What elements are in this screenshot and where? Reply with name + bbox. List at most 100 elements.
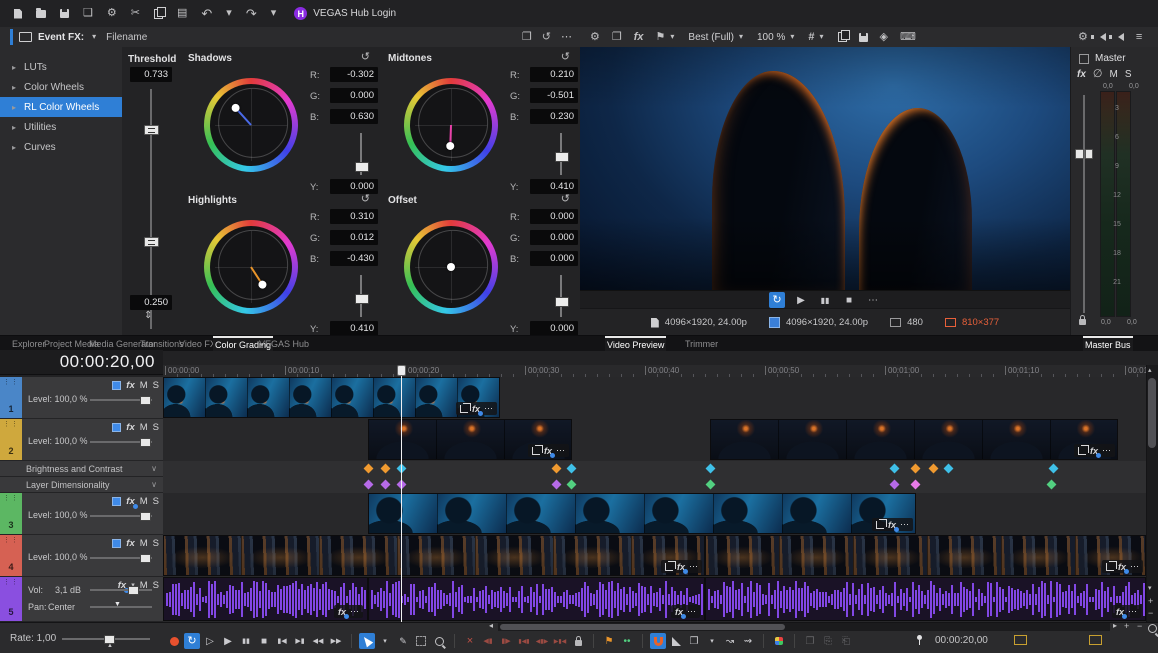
compose-mode-icon[interactable]: [112, 423, 121, 432]
video-clip[interactable]: fx⋯: [710, 419, 1118, 460]
wheel-b-value[interactable]: 0.000: [530, 251, 578, 266]
track-mute-button[interactable]: M: [140, 422, 148, 433]
grid-icon[interactable]: #: [808, 32, 814, 43]
clip-more-icon[interactable]: ⋯: [687, 606, 696, 617]
vegas-hub-login-button[interactable]: HVEGAS Hub Login: [294, 7, 396, 20]
auto-crossfade-button[interactable]: [668, 633, 684, 649]
insert-region-button[interactable]: ••: [619, 633, 635, 649]
vscroll-handle[interactable]: [1148, 378, 1156, 448]
settings-icon[interactable]: ⚙: [590, 32, 600, 43]
audio-clip[interactable]: fx⋯: [705, 577, 1146, 621]
compose-mode-icon[interactable]: [112, 497, 121, 506]
track-vol-handle[interactable]: [128, 586, 139, 595]
track-grip-icon[interactable]: ⋮⋮: [0, 494, 22, 502]
timeline-zoom-in-icon[interactable]: +: [1148, 597, 1153, 606]
wheel-y-value[interactable]: 0.410: [330, 321, 378, 336]
collapse-icon[interactable]: ∨: [151, 464, 157, 473]
selection-tool-button[interactable]: [413, 633, 429, 649]
sidebar-item-color-wheels[interactable]: ▸Color Wheels: [0, 77, 122, 97]
open-folder-icon[interactable]: [36, 10, 46, 18]
pause-button[interactable]: ▮▮: [238, 633, 254, 649]
clip-tools-badge[interactable]: fx ⋯: [456, 402, 497, 415]
clip-fx-button[interactable]: fx: [1118, 562, 1126, 572]
split-trim-button[interactable]: ▮◀▮: [516, 633, 532, 649]
color-wheel[interactable]: [404, 78, 498, 172]
timeline-zoom-out-icon[interactable]: −: [1148, 609, 1153, 618]
clip-more-icon[interactable]: ⋯: [484, 403, 493, 414]
compose-mode-icon[interactable]: [112, 539, 121, 548]
expand-arrow-icon[interactable]: ▸: [12, 83, 24, 92]
master-link-icon[interactable]: ∅: [1093, 69, 1103, 80]
paste-over-button[interactable]: ⎗: [838, 633, 854, 649]
wheel-reset-icon[interactable]: ↺: [361, 52, 370, 63]
clip-fx-button[interactable]: fx: [888, 520, 896, 530]
clip-more-icon[interactable]: ⋯: [900, 519, 909, 530]
playhead-line[interactable]: [401, 365, 402, 622]
sidebar-item-luts[interactable]: ▸LUTs: [0, 57, 122, 77]
track-pan-handle[interactable]: ▼: [114, 601, 121, 608]
keyboard-icon[interactable]: ⌨: [900, 32, 916, 43]
master-solo-button[interactable]: S: [1125, 69, 1132, 80]
video-clip[interactable]: fx⋯: [163, 535, 705, 576]
sidebar-item-curves[interactable]: ▸Curves: [0, 137, 122, 157]
clip-crop-icon[interactable]: [532, 447, 540, 455]
track-level-handle[interactable]: [140, 438, 151, 447]
mixer-icon[interactable]: ≡: [1136, 32, 1142, 43]
hscroll-left-icon[interactable]: ◂: [489, 622, 493, 630]
wheel-y-handle[interactable]: [355, 294, 369, 304]
settings-icon[interactable]: ⚙: [107, 8, 117, 19]
video-clip[interactable]: fx⋯: [368, 419, 572, 460]
hzoom-fit-icon[interactable]: [1148, 624, 1157, 633]
save-icon[interactable]: [60, 9, 69, 18]
clip-fx-badge[interactable]: fx⋯: [334, 605, 363, 618]
wheel-b-value[interactable]: 0.630: [330, 109, 378, 124]
clip-fx-badge[interactable]: fx⋯: [671, 605, 700, 618]
tab-master-bus[interactable]: Master Bus: [1083, 336, 1133, 351]
hscroll-right-icon[interactable]: ▸: [1113, 622, 1117, 630]
play-button[interactable]: ▶: [793, 292, 809, 308]
track-fx-button[interactable]: fx: [126, 380, 134, 391]
track-fx-button[interactable]: fx: [126, 538, 134, 549]
wheel-r-value[interactable]: 0.000: [530, 209, 578, 224]
redo-icon[interactable]: ↷: [246, 7, 257, 20]
wheel-r-value[interactable]: -0.302: [330, 67, 378, 82]
track-mute-button[interactable]: M: [140, 496, 148, 507]
grid-dropdown-icon[interactable]: ▾: [820, 33, 824, 41]
collapse-icon[interactable]: ∨: [151, 480, 157, 489]
vscroll-up-icon[interactable]: ▴: [1148, 367, 1152, 374]
clip-tools-badge[interactable]: fx⋯: [528, 444, 569, 457]
more-options-icon[interactable]: ⋯: [561, 32, 572, 43]
rewind-button[interactable]: ◀◀: [310, 633, 326, 649]
settings-icon[interactable]: ⚙: [1078, 32, 1088, 43]
track-grip-icon[interactable]: ⋮⋮: [0, 378, 22, 386]
wheel-g-value[interactable]: 0.012: [330, 230, 378, 245]
track-level-handle[interactable]: [140, 396, 151, 405]
clip-tools-badge[interactable]: fx⋯: [661, 560, 702, 573]
track-solo-button[interactable]: S: [153, 380, 159, 391]
threshold-handle-high[interactable]: [144, 125, 159, 135]
master-lock-icon[interactable]: [1079, 315, 1086, 325]
clip-more-icon[interactable]: ⋯: [1130, 561, 1139, 572]
wheel-y-slider[interactable]: [560, 275, 562, 317]
track-mute-button[interactable]: M: [140, 380, 148, 391]
preview-zoom-select[interactable]: 100 %: [757, 32, 785, 43]
clip-crop-icon[interactable]: [460, 405, 468, 413]
clip-fx-button[interactable]: fx: [472, 404, 480, 414]
playhead-handle[interactable]: [397, 365, 406, 376]
fast-forward-button[interactable]: ▶▶: [328, 633, 344, 649]
trim-end-button[interactable]: ▮▶: [498, 633, 514, 649]
clip-more-icon[interactable]: ⋯: [1102, 445, 1111, 456]
clip-fx-button[interactable]: fx: [544, 446, 552, 456]
copy-icon[interactable]: [154, 9, 163, 19]
reset-chain-icon[interactable]: ↺: [542, 32, 551, 43]
expand-arrow-icon[interactable]: ▸: [12, 63, 24, 72]
splitter-icon[interactable]: ⇕: [144, 311, 152, 321]
clip-tools-badge[interactable]: fx ⋯: [1102, 560, 1143, 573]
track-solo-button[interactable]: S: [153, 538, 159, 549]
sidebar-item-rl-color-wheels[interactable]: ▸RL Color Wheels: [0, 97, 122, 117]
fx-automation-row[interactable]: Brightness and Contrast∨: [0, 461, 163, 477]
master-fx-button[interactable]: fx: [1077, 69, 1086, 80]
track-header-1[interactable]: ⋮⋮1fxMSLevel: 100,0 %: [0, 377, 163, 419]
clip-fx-badge[interactable]: fx⋯: [1112, 605, 1141, 618]
clip-crop-icon[interactable]: [1078, 447, 1086, 455]
